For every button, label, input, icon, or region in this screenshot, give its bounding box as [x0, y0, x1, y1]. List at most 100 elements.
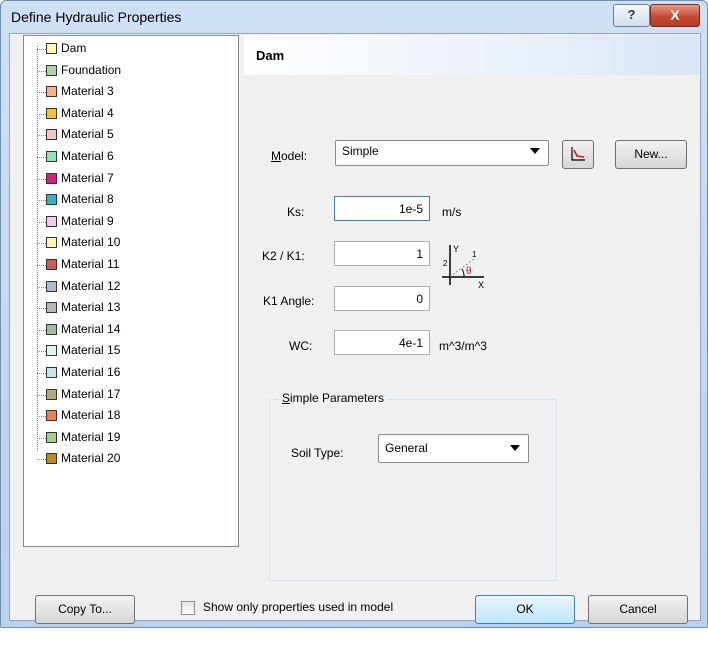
- window-title: Define Hydraulic Properties: [11, 9, 182, 25]
- tree-connector: [37, 394, 46, 396]
- function-graph-button[interactable]: [562, 140, 594, 169]
- tree-item[interactable]: Material 8: [24, 191, 224, 209]
- dialog-window: Define Hydraulic Properties ? X Dam Found…: [0, 0, 708, 628]
- tree-connector: [37, 92, 46, 94]
- tree-item[interactable]: Material 9: [24, 213, 224, 231]
- tree-item[interactable]: Material 6: [24, 148, 224, 166]
- chevron-down-icon: [530, 148, 540, 154]
- svg-text:2: 2: [443, 259, 448, 268]
- tree-connector: [37, 437, 46, 439]
- model-label: Model:: [271, 149, 308, 163]
- tree-item[interactable]: Material 18: [24, 407, 224, 425]
- close-button[interactable]: X: [650, 4, 700, 27]
- tree-item-label: Material 5: [61, 127, 114, 142]
- tree-item[interactable]: Material 14: [24, 321, 224, 339]
- tree-connector: [37, 221, 46, 223]
- tree-connector: [37, 178, 46, 180]
- material-color-swatch: [46, 431, 57, 443]
- tree-item[interactable]: Material 17: [24, 386, 224, 404]
- k2k1-input[interactable]: 1: [334, 241, 430, 266]
- simple-parameters-title: Simple Parameters: [279, 391, 388, 405]
- wc-input[interactable]: 4e-1: [334, 330, 430, 355]
- material-color-swatch: [46, 367, 57, 378]
- material-color-swatch: [46, 410, 57, 422]
- tree-item-label: Material 17: [61, 386, 121, 401]
- tree-item[interactable]: Material 11: [24, 256, 224, 274]
- tree-item-label: Material 13: [61, 300, 121, 315]
- svg-text:1: 1: [472, 250, 477, 259]
- tree-item-label: Material 16: [61, 365, 121, 379]
- tree-connector: [37, 243, 46, 245]
- tree-item-label: Material 6: [61, 149, 114, 163]
- tree-connector: [37, 351, 46, 353]
- new-button-label: New...: [634, 147, 668, 161]
- svg-text:X: X: [478, 280, 484, 289]
- material-color-swatch: [46, 237, 57, 249]
- material-color-swatch: [46, 453, 57, 465]
- detail-header: Dam: [244, 35, 699, 75]
- tree-connector: [37, 113, 46, 115]
- anisotropy-diagram-icon: Y X 1 2 θ: [442, 244, 484, 289]
- tree-item-label: Material 9: [61, 213, 114, 228]
- tree-item[interactable]: Foundation: [24, 62, 224, 80]
- copy-to-label: Copy To...: [58, 602, 112, 616]
- tree-item[interactable]: Material 13: [24, 299, 224, 317]
- material-color-swatch: [46, 172, 57, 184]
- material-color-swatch: [46, 43, 57, 54]
- ks-input[interactable]: 1e-5: [334, 196, 430, 221]
- tree-item-label: Material 4: [61, 105, 114, 120]
- tree-item[interactable]: Material 10: [24, 234, 224, 252]
- tree-item-label: Material 3: [61, 84, 114, 99]
- tree-connector: [37, 286, 46, 288]
- tree-connector: [37, 308, 46, 310]
- show-only-used-label[interactable]: Show only properties used in model: [203, 600, 393, 614]
- tree-item[interactable]: Material 3: [24, 83, 224, 101]
- k1angle-input[interactable]: 0: [334, 286, 430, 311]
- svg-text:θ: θ: [466, 266, 472, 277]
- soil-type-label: Soil Type:: [291, 446, 344, 460]
- new-button[interactable]: New...: [615, 140, 687, 169]
- material-color-swatch: [46, 129, 57, 141]
- wc-unit: m^3/m^3: [439, 339, 487, 353]
- tree-item-label: Foundation: [61, 62, 122, 77]
- tree-connector: [37, 265, 46, 266]
- tree-item[interactable]: Dam: [24, 40, 224, 58]
- k2k1-label: K2 / K1:: [262, 249, 305, 263]
- tree-connector: [37, 49, 46, 50]
- soil-type-select[interactable]: General: [378, 434, 529, 463]
- material-color-swatch: [46, 86, 57, 98]
- material-color-swatch: [46, 194, 57, 206]
- tree-item[interactable]: Material 7: [24, 170, 224, 188]
- k1angle-label: K1 Angle:: [263, 294, 315, 308]
- material-color-swatch: [46, 64, 57, 76]
- tree-item[interactable]: Material 19: [24, 429, 224, 447]
- material-color-swatch: [46, 151, 57, 162]
- cancel-label: Cancel: [619, 602, 657, 616]
- tree-item[interactable]: Material 20: [24, 450, 224, 468]
- tree-item-label: Material 18: [61, 408, 121, 423]
- tree-connector: [37, 70, 46, 72]
- soil-type-value: General: [385, 441, 428, 455]
- model-select-value: Simple: [342, 144, 379, 158]
- tree-item[interactable]: Material 15: [24, 342, 224, 360]
- material-color-swatch: [46, 302, 57, 314]
- tree-item[interactable]: Material 16: [24, 364, 224, 382]
- tree-item[interactable]: Material 12: [24, 278, 224, 296]
- material-tree[interactable]: Dam Foundation Material 3 Material 4 Materia…: [23, 35, 239, 547]
- ok-button[interactable]: OK: [475, 595, 575, 624]
- tree-item[interactable]: Material 4: [24, 105, 224, 123]
- tree-connector: [37, 416, 46, 418]
- tree-item-label: Material 7: [61, 170, 114, 185]
- material-color-swatch: [46, 259, 57, 270]
- tree-item-label: Material 20: [61, 451, 121, 466]
- ks-label: Ks:: [287, 205, 305, 219]
- copy-to-button[interactable]: Copy To...: [35, 595, 135, 624]
- tree-item[interactable]: Material 5: [24, 126, 224, 144]
- title-bar: Define Hydraulic Properties ? X: [1, 1, 707, 33]
- help-button[interactable]: ?: [613, 4, 650, 27]
- model-select[interactable]: Simple: [335, 140, 549, 166]
- show-only-used-checkbox[interactable]: [181, 601, 195, 615]
- tree-item-label: Material 11: [61, 257, 120, 271]
- wc-label: WC:: [289, 339, 313, 353]
- cancel-button[interactable]: Cancel: [588, 595, 688, 624]
